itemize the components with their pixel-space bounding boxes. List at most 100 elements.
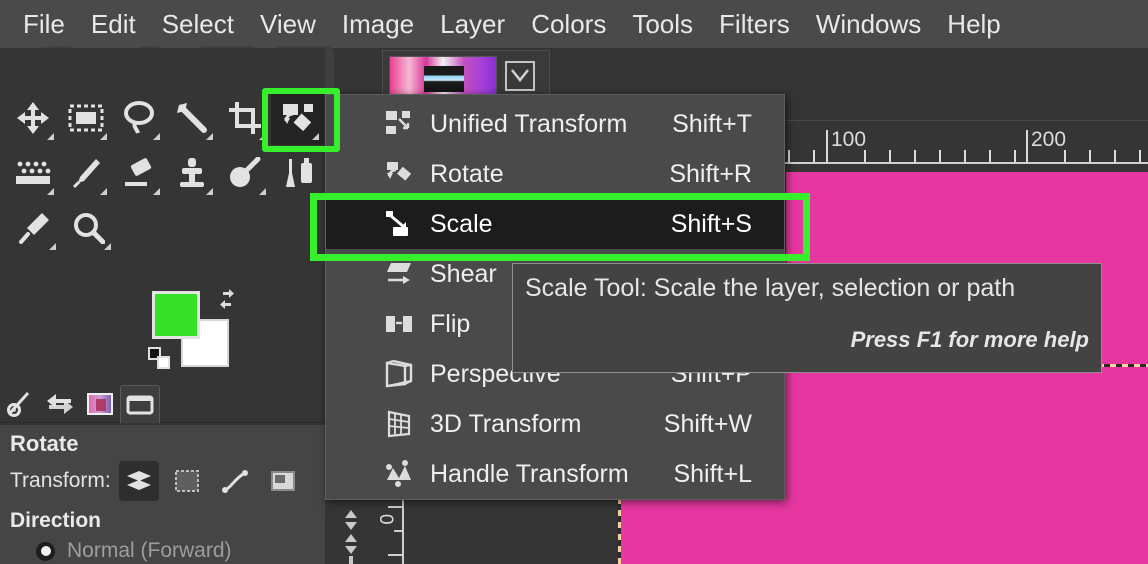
menu-item-label: Handle Transform (430, 459, 629, 488)
tab-tool-options[interactable] (0, 385, 40, 423)
gimp-window: File Edit Select View Image Layer Colors… (0, 0, 1148, 564)
move-tool[interactable] (6, 90, 59, 145)
close-document-icon[interactable] (505, 61, 535, 91)
swap-colors-icon[interactable] (217, 289, 237, 309)
tool-triangle-indicator (104, 243, 111, 250)
3d-transform-icon (384, 409, 414, 439)
menu-item-accel: Shift+R (669, 159, 752, 188)
tooltip-help-hint: Press F1 for more help (850, 327, 1089, 352)
tool-triangle-indicator (100, 188, 107, 195)
menu-filters[interactable]: Filters (706, 7, 803, 42)
eraser-tool[interactable] (112, 145, 165, 200)
tool-row (6, 90, 324, 145)
menu-item-accel: Shift+S (670, 209, 752, 238)
tool-triangle-indicator (259, 133, 266, 140)
menu-layer[interactable]: Layer (427, 7, 518, 42)
menu-item-label: Flip (430, 309, 471, 338)
direction-option-normal[interactable]: Normal (Forward) (36, 539, 315, 563)
free-select-tool[interactable] (112, 90, 165, 145)
ink-tool[interactable] (271, 145, 324, 200)
menu-item-scale[interactable]: Scale Shift+S (326, 199, 784, 249)
ruler-label-200: 200 (1031, 128, 1067, 151)
transform-tool[interactable] (271, 90, 324, 145)
transform-layer-button[interactable] (118, 461, 159, 501)
paintbrush-tool[interactable] (59, 145, 112, 200)
rotate-icon (384, 159, 414, 189)
transform-path-button[interactable] (215, 461, 255, 501)
transform-image-button[interactable] (263, 461, 303, 501)
scale-tool-tooltip: Scale Tool: Scale the layer, selection o… (512, 263, 1102, 373)
tool-options-panel: Rotate Transform: Direction Normal (Forw… (0, 425, 325, 564)
horizontal-ruler[interactable]: 100 200 (780, 120, 1148, 172)
menu-file[interactable]: File (10, 7, 78, 42)
rectangle-select-tool[interactable] (59, 90, 112, 145)
tool-options-title: Rotate (10, 431, 79, 456)
handle-transform-icon (384, 459, 414, 489)
transform-selection-button[interactable] (167, 461, 207, 501)
tool-triangle-indicator (153, 133, 160, 140)
clone-stamp-tool[interactable] (165, 145, 218, 200)
tool-grid (6, 90, 324, 255)
tool-triangle-indicator (153, 188, 160, 195)
menu-image[interactable]: Image (329, 7, 427, 42)
canvas-pan-widget[interactable] (334, 508, 368, 564)
tab-image[interactable] (80, 385, 120, 423)
radio-normal[interactable] (36, 541, 55, 561)
menu-item-accel: Shift+T (672, 109, 752, 138)
menu-item-label: Shear (430, 259, 497, 288)
menu-item-label: Unified Transform (430, 109, 628, 138)
tool-row (6, 200, 324, 255)
tool-triangle-indicator (100, 133, 107, 140)
menu-item-label: Rotate (430, 159, 504, 188)
menu-tools[interactable]: Tools (619, 7, 706, 42)
menu-item-unified-transform[interactable]: Unified Transform Shift+T (326, 99, 784, 149)
menu-edit[interactable]: Edit (78, 7, 149, 42)
dock-tab-bar (0, 385, 325, 423)
menu-item-accel: Shift+W (663, 409, 752, 438)
tool-triangle-indicator (206, 133, 213, 140)
tool-triangle-indicator (47, 133, 54, 140)
tooltip-description: Scale Tool: Scale the layer, selection o… (525, 274, 1016, 302)
color-picker-tool[interactable] (6, 200, 61, 255)
color-swatches (148, 289, 258, 371)
menu-select[interactable]: Select (149, 7, 247, 42)
menu-item-3d-transform[interactable]: 3D Transform Shift+W (326, 399, 784, 449)
tool-triangle-indicator (312, 133, 319, 140)
reset-colors-icon[interactable] (148, 347, 170, 369)
menu-colors[interactable]: Colors (518, 7, 619, 42)
fuzzy-select-tool[interactable] (165, 90, 218, 145)
menu-item-label: Scale (430, 209, 493, 238)
tool-triangle-indicator (206, 188, 213, 195)
menu-windows[interactable]: Windows (803, 7, 934, 42)
image-thumbnail[interactable] (389, 56, 497, 96)
ruler-label-100: 100 (831, 128, 867, 151)
flip-icon (384, 309, 414, 339)
tool-triangle-indicator (49, 243, 56, 250)
crop-tool[interactable] (218, 90, 271, 145)
foreground-color-swatch[interactable] (152, 291, 200, 339)
menu-view[interactable]: View (247, 7, 329, 42)
direction-section-label: Direction (10, 509, 102, 532)
tab-undo-history[interactable] (40, 385, 80, 423)
transform-label: Transform: (10, 469, 111, 492)
tab-canvas[interactable] (120, 385, 160, 423)
transform-target-row: Transform: (10, 461, 315, 501)
tool-row (6, 145, 324, 200)
menu-item-label: 3D Transform (430, 409, 582, 438)
perspective-icon (384, 359, 414, 389)
vertical-ruler[interactable]: 0 (374, 500, 406, 564)
menu-item-handle-transform[interactable]: Handle Transform Shift+L (326, 449, 784, 499)
smudge-tool[interactable] (218, 145, 271, 200)
ruler-label-0: 0 (375, 514, 396, 525)
direction-normal-label: Normal (Forward) (67, 539, 232, 562)
menu-item-rotate[interactable]: Rotate Shift+R (326, 149, 784, 199)
menu-help[interactable]: Help (934, 7, 1013, 42)
toolbox-panel: Rotate Transform: Direction Normal (Forw… (0, 48, 325, 564)
zoom-tool[interactable] (61, 200, 116, 255)
shear-icon (384, 259, 414, 289)
menu-bar: File Edit Select View Image Layer Colors… (0, 0, 1148, 48)
gradient-tool[interactable] (6, 145, 59, 200)
scale-icon (384, 209, 414, 239)
menu-item-accel: Shift+L (673, 459, 752, 488)
tool-triangle-indicator (47, 188, 54, 195)
